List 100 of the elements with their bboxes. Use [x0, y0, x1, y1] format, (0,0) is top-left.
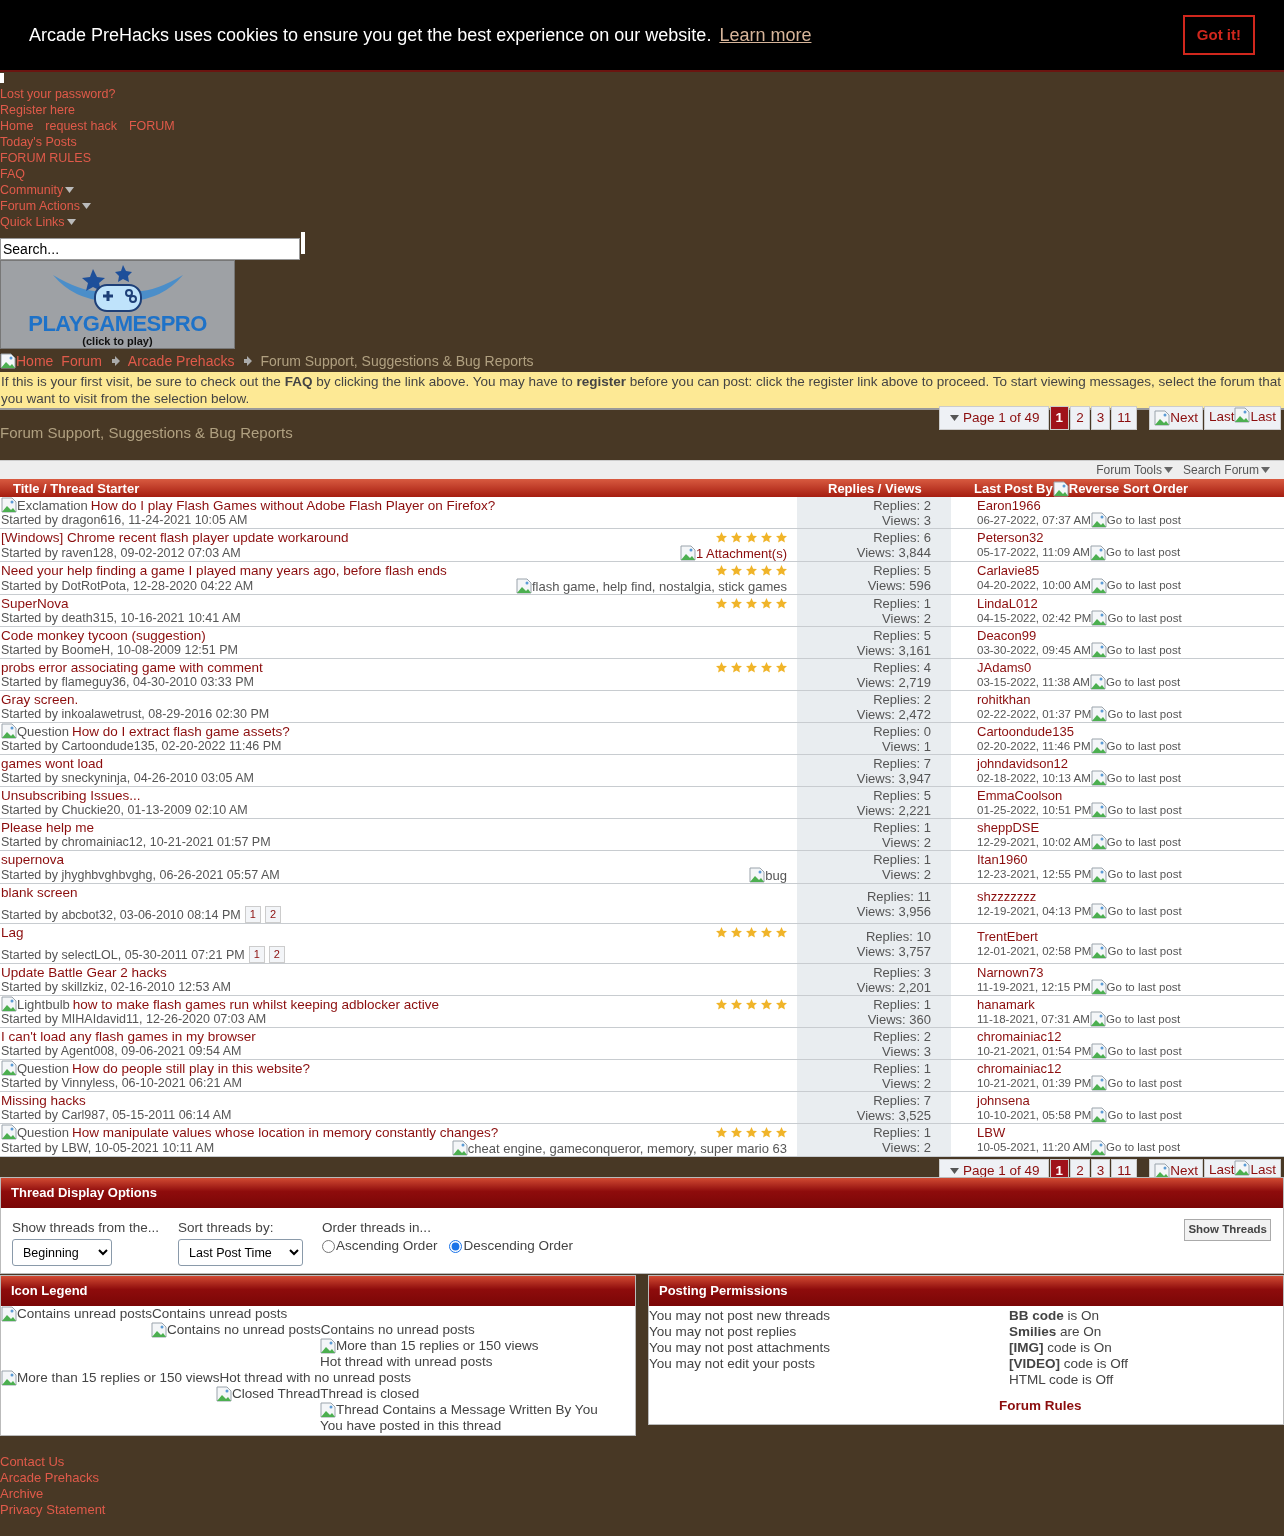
thread-title-link[interactable]: Update Battle Gear 2 hacks [1, 964, 167, 980]
go-to-last-post-link[interactable]: Go to last post [1106, 642, 1181, 658]
radio-label[interactable]: Descending Order [463, 1236, 573, 1257]
thread-row[interactable]: Please help me Started by chromainiac12, 10-21-2021 01:57 PM Replies: 1 Views: 2 sheppDSE 12-29-2021, 10:02 AM Go to last post [0, 819, 1284, 851]
sort-select[interactable]: Beginning [12, 1239, 112, 1267]
go-to-last-post-link[interactable]: Go to last post [1107, 1043, 1182, 1059]
thread-title-link[interactable]: How do people still play in this website? [72, 1060, 310, 1076]
next-link[interactable]: Next [1149, 406, 1203, 430]
go-to-last-post-link[interactable]: Go to last post [1105, 1140, 1181, 1155]
last-poster-link[interactable]: JAdams0 [977, 659, 1284, 675]
show-threads-button[interactable]: Show Threads [1184, 1219, 1271, 1241]
input-field[interactable] [0, 73, 4, 83]
last-poster-link[interactable]: LindaL012 [977, 595, 1284, 611]
thread-title-link[interactable]: Lag [1, 924, 24, 940]
thread-title-link[interactable]: [Windows] Chrome recent flash player update workaround [1, 529, 349, 545]
last-poster-link[interactable]: Peterson32 [977, 530, 1284, 545]
got-it-button[interactable]: Got it! [1182, 15, 1255, 55]
radio-button[interactable] [449, 1239, 463, 1253]
go-to-last-post-link[interactable]: Go to last post [1106, 979, 1181, 995]
column-header[interactable]: Title / Thread Starter [0, 479, 797, 499]
last-poster-link[interactable]: TrentEbert [977, 928, 1284, 944]
page-link[interactable]: 11 [1111, 406, 1138, 430]
last-poster-link[interactable]: Carlavie85 [977, 563, 1284, 578]
thread-title-link[interactable]: Need your help finding a game I played many years ago, before flash ends [1, 562, 447, 578]
thread-row[interactable]: Gray screen. Started by inkoalawetrust, 08-29-2016 02:30 PM Replies: 2 Views: 2,472 rohitkhan 02-22-2022, 01:37 PM Go to last post [0, 691, 1284, 723]
thread-row[interactable]: Lag Started by selectLOL, 05-30-2011 07:21 PM 1 2 Replies: 10 Views: 3,757 TrentEbert 12-01-2021, 02:58 PM Go to last post [0, 924, 1284, 964]
thread-row[interactable]: Code monkey tycoon (suggestion) Started by BoomeH, 10-08-2009 12:51 PM Replies: 5 Views: 3,161 Deacon99 03-30-2022, 09:45 AM Go to last post [0, 627, 1284, 659]
last-poster-link[interactable]: rohitkhan [977, 691, 1284, 707]
go-to-last-post-link[interactable]: Go to last post [1107, 1075, 1182, 1091]
page-link[interactable]: 1 [248, 946, 265, 963]
thread-title-link[interactable]: SuperNova [1, 595, 69, 611]
thread-row[interactable]: Unsubscribing Issues... Started by Chuckie20, 01-13-2009 02:10 AM Replies: 5 Views: 2,221 EmmaCoolson 01-25-2022, 10:51 PM Go to last post [0, 787, 1284, 819]
breadcrumb-current[interactable]: Forum Support, Suggestions & Bug Reports [260, 350, 534, 372]
attachment-link[interactable]: 1 Attachment(s) [679, 545, 787, 561]
page-link[interactable]: 2 [268, 946, 285, 963]
last-poster-link[interactable]: shzzzzzzz [977, 888, 1284, 904]
go-to-last-post-link[interactable]: Go to last post [1106, 834, 1181, 850]
learn-more-link[interactable]: Learn more [719, 21, 812, 49]
last-link[interactable]: Last Last [1203, 1159, 1281, 1177]
thread-title-link[interactable]: How manipulate values whose location in memory constantly changes? [72, 1124, 499, 1140]
thread-row[interactable]: Lightbulb how to make flash games run whilst keeping adblocker active Started by MIHAIdavid11, 12-26-2020 07:03 AM Replies: 1 Views: 360 hanamark 11-18-2021, 07:31 AM Go to last post [0, 996, 1284, 1028]
thread-row[interactable]: I can't load any flash games in my browser Started by Agent008, 09-06-2021 09:54 AM Replies: 2 Views: 3 chromainiac12 10-21-2021, 01:54 PM Go to last post [0, 1028, 1284, 1060]
last-poster-link[interactable]: Deacon99 [977, 627, 1284, 643]
last-poster-link[interactable]: chromainiac12 [977, 1060, 1284, 1076]
thread-row[interactable]: SuperNova Started by death315, 10-16-2021 10:41 AM Replies: 1 Views: 2 LindaL012 04-15-2022, 02:42 PM Go to last post [0, 595, 1284, 627]
go-to-last-post-link[interactable]: Go to last post [1107, 802, 1182, 818]
last-poster-link[interactable]: EmmaCoolson [977, 787, 1284, 803]
thread-title-link[interactable]: blank screen [1, 884, 78, 900]
go-to-last-post-link[interactable]: Go to last post [1107, 867, 1182, 882]
go-to-last-post-link[interactable]: Go to last post [1106, 512, 1181, 528]
thread-row[interactable]: probs error associating game with comment Started by flameguy36, 04-30-2010 03:33 PM Replies: 4 Views: 2,719 JAdams0 03-15-2022, 11:38 AM Go to last post [0, 659, 1284, 691]
page-link[interactable]: 11 [1111, 1159, 1138, 1177]
column-header[interactable]: Last Post By Reverse Sort Order [951, 479, 1284, 499]
last-poster-link[interactable]: johnsena [977, 1092, 1284, 1108]
page-link[interactable]: 1 [1049, 406, 1070, 430]
go-to-last-post-link[interactable]: Go to last post [1105, 545, 1181, 560]
last-poster-link[interactable]: Cartoondude135 [977, 723, 1284, 739]
toolbar-menu[interactable]: Search Forum [1182, 461, 1270, 479]
go-to-last-post-link[interactable]: Go to last post [1107, 610, 1182, 626]
next-link[interactable]: Next [1149, 1159, 1203, 1177]
last-poster-link[interactable]: sheppDSE [977, 819, 1284, 835]
go-to-last-post-link[interactable]: Go to last post [1105, 674, 1181, 690]
thread-title-link[interactable]: Gray screen. [1, 691, 79, 707]
page-link[interactable]: 2 [1070, 1159, 1090, 1177]
forum-rules-link[interactable]: Forum Rules [999, 1398, 1129, 1414]
page-link[interactable]: 3 [1090, 406, 1111, 430]
search-field[interactable]: Search... [0, 238, 300, 260]
thread-title-link[interactable]: I can't load any flash games in my browser [1, 1028, 256, 1044]
page-link[interactable]: 2 [1070, 406, 1090, 430]
last-poster-link[interactable]: Narnown73 [977, 964, 1284, 980]
last-poster-link[interactable]: Earon1966 [977, 497, 1284, 513]
thread-row[interactable]: Missing hacks Started by Carl987, 05-15-2011 06:14 AM Replies: 7 Views: 3,525 johnsena 10-10-2021, 05:58 PM Go to last post [0, 1092, 1284, 1124]
go-to-last-post-link[interactable]: Go to last post [1107, 943, 1182, 959]
radio-label[interactable]: Ascending Order [336, 1236, 438, 1257]
go-to-last-post-link[interactable]: Go to last post [1107, 706, 1182, 722]
go-to-last-post-link[interactable]: Go to last post [1107, 903, 1182, 919]
thread-row[interactable] [0, 1124, 1284, 1157]
thread-row[interactable]: blank screen Started by abcbot32, 03-06-2010 08:14 PM 1 2 Replies: 11 Views: 3,956 shzzzzzzz 12-19-2021, 04:13 PM Go to last post [0, 884, 1284, 924]
last-link[interactable]: Last Last [1203, 406, 1281, 430]
last-poster-link[interactable]: johndavidson12 [977, 755, 1284, 771]
thread-title-link[interactable]: games wont load [1, 755, 104, 771]
go-to-last-post-link[interactable]: Go to last post [1107, 1107, 1182, 1123]
page-link[interactable]: 3 [1090, 1159, 1111, 1177]
page-link[interactable]: 2 [264, 906, 281, 923]
last-poster-link[interactable]: hanamark [977, 996, 1284, 1012]
page-jump-button[interactable]: Page 1 of 49 [939, 1159, 1049, 1177]
toolbar-menu[interactable]: Forum Tools [1096, 461, 1173, 479]
page-link[interactable]: 1 [244, 906, 261, 923]
thread-row[interactable]: Question How do people still play in this website? Started by Vinnyless, 06-10-2021 06:21 AM Replies: 1 Views: 2 chromainiac12 10-21-2021, 01:39 PM Go to last post [0, 1060, 1284, 1092]
thread-row[interactable]: Exclamation How do I play Flash Games without Adobe Flash Player on Firefox? Started by dragon616, 11-24-2021 10:05 AM Replies: 2 Views: 3 Earon1966 06-27-2022, 07:37 AM Go to last post [0, 497, 1284, 529]
go-to-last-post-link[interactable]: Go to last post [1106, 578, 1181, 593]
thread-title-link[interactable]: probs error associating game with comment [1, 659, 263, 675]
radio-button[interactable] [322, 1239, 336, 1253]
thread-row[interactable] [0, 562, 1284, 595]
thread-row[interactable]: Question How do I extract flash game assets? Started by Cartoondude135, 02-20-2022 11:46 PM Replies: 0 Views: 1 Cartoondude135 02-20-2022, 11:46 PM Go to last post [0, 723, 1284, 755]
page-jump-button[interactable]: Page 1 of 49 [939, 406, 1049, 430]
last-poster-link[interactable]: LBW [977, 1125, 1284, 1140]
thread-row[interactable]: Update Battle Gear 2 hacks Started by skillzkiz, 02-16-2010 12:53 AM Replies: 3 Views: 2,201 Narnown73 11-19-2021, 12:15 PM Go to last post [0, 964, 1284, 996]
thread-title-link[interactable]: Code monkey tycoon (suggestion) [1, 627, 206, 643]
go-to-last-post-link[interactable]: Go to last post [1106, 738, 1181, 754]
